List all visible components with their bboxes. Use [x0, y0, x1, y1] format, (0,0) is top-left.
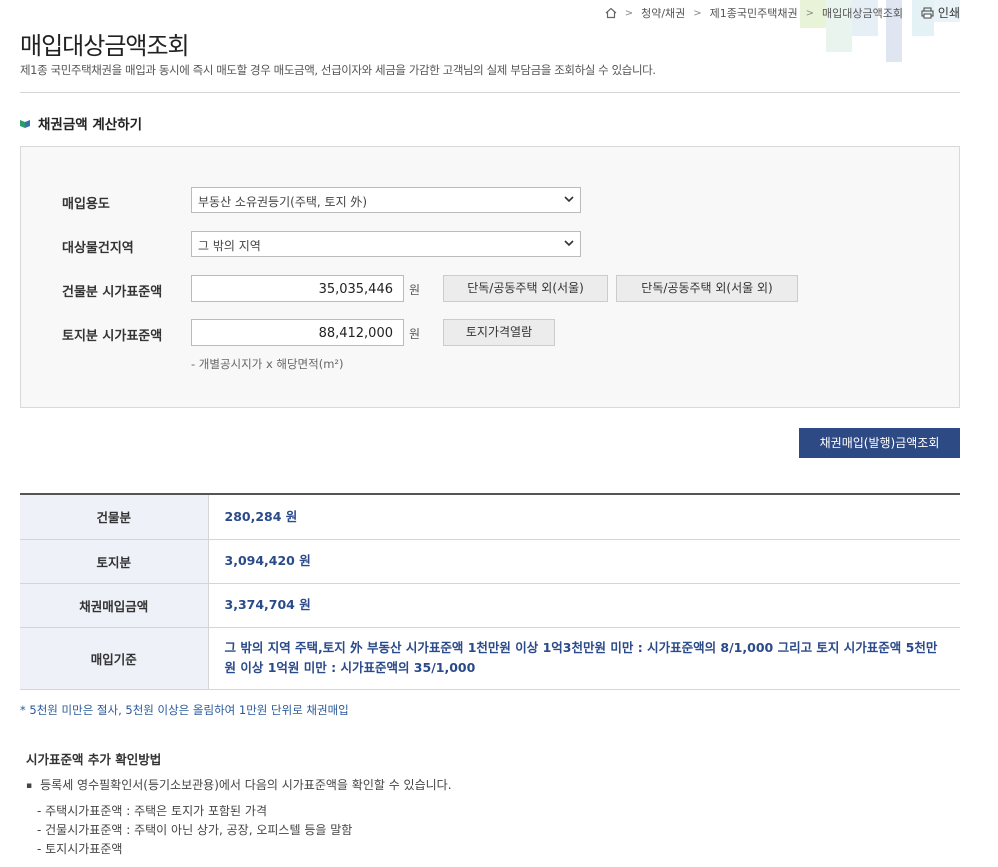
- purpose-select-value: 부동산 소유권등기(주택, 토지 外): [198, 195, 368, 209]
- land-price-view-button[interactable]: 토지가격열람: [443, 319, 555, 346]
- page-title: 매입대상금액조회: [20, 32, 190, 60]
- region-select-value: 그 밖의 지역: [198, 239, 261, 253]
- house-price-other-button[interactable]: 단독/공동주택 외(서울 외): [616, 275, 798, 302]
- region-select[interactable]: 그 밖의 지역: [191, 231, 581, 257]
- building-price-label: 건물분 시가표준액: [62, 285, 163, 300]
- calculation-form: 매입용도 부동산 소유권등기(주택, 토지 外) 대상물건지역 그 밖의 지역 …: [20, 146, 960, 408]
- result-label: 매입기준: [20, 627, 209, 690]
- chevron-right-icon: >: [805, 7, 815, 19]
- printer-icon: [921, 7, 934, 18]
- breadcrumb: > 청약/채권 > 제1종국민주택채권 > 매입대상금액조회: [605, 5, 903, 21]
- section-title: 채권금액 계산하기: [20, 113, 142, 133]
- breadcrumb-item[interactable]: 제1종국민주택채권: [710, 5, 798, 21]
- land-price-hint: - 개별공시지가 x 해당면적(m²): [191, 357, 344, 371]
- region-label: 대상물건지역: [62, 241, 134, 256]
- table-row: 채권매입금액 3,374,704 원: [20, 583, 960, 628]
- unit-label: 원: [409, 283, 421, 297]
- section-title-text: 채권금액 계산하기: [38, 117, 143, 133]
- table-row: 매입기준 그 밖의 지역 주택,토지 外 부동산 시가표준액 1천만원 이상 1…: [20, 627, 960, 690]
- table-row: 건물분 280,284 원: [20, 494, 960, 540]
- table-row: 토지분 3,094,420 원: [20, 539, 960, 584]
- info-item: - 건물시가표준액 : 주택이 아닌 상가, 공장, 오피스텔 등을 말함: [37, 823, 353, 837]
- home-icon[interactable]: [605, 7, 617, 19]
- chevron-right-icon: >: [624, 7, 634, 19]
- page-description: 제1종 국민주택채권을 매입과 동시에 즉시 매도할 경우 매도금액, 선급이자…: [20, 63, 656, 77]
- info-item: - 토지시가표준액: [37, 842, 123, 856]
- divider: [20, 92, 960, 93]
- land-price-label: 토지분 시가표준액: [62, 329, 163, 344]
- result-value: 그 밖의 지역 주택,토지 外 부동산 시가표준액 1천만원 이상 1억3천만원…: [208, 627, 960, 690]
- chevron-right-icon: >: [693, 7, 702, 19]
- land-price-input[interactable]: 88,412,000: [191, 319, 404, 346]
- purpose-select[interactable]: 부동산 소유권등기(주택, 토지 外): [191, 187, 581, 213]
- result-value: 3,094,420 원: [208, 539, 960, 584]
- info-bullet: 등록세 영수필확인서(등기소보관용)에서 다음의 시가표준액을 확인할 수 있습…: [26, 776, 451, 793]
- chevron-down-icon: [564, 240, 574, 247]
- book-icon: [20, 120, 30, 128]
- result-table: 건물분 280,284 원 토지분 3,094,420 원 채권매입금액 3,3…: [20, 493, 960, 690]
- info-title: 시가표준액 추가 확인방법: [26, 752, 162, 767]
- house-price-seoul-button[interactable]: 단독/공동주택 외(서울): [443, 275, 608, 302]
- rounding-note: * 5천원 미만은 절사, 5천원 이상은 올림하여 1만원 단위로 채권매입: [20, 703, 349, 717]
- result-value: 3,374,704 원: [208, 583, 960, 628]
- purpose-label: 매입용도: [62, 197, 110, 212]
- info-item: - 주택시가표준액 : 주택은 토지가 포함된 가격: [37, 804, 267, 818]
- unit-label: 원: [409, 327, 421, 341]
- building-price-input[interactable]: 35,035,446: [191, 275, 404, 302]
- breadcrumb-item[interactable]: 청약/채권: [641, 5, 685, 21]
- result-value: 280,284 원: [208, 494, 960, 540]
- bond-purchase-query-button[interactable]: 채권매입(발행)금액조회: [799, 428, 960, 458]
- print-button[interactable]: 인쇄: [921, 4, 960, 21]
- chevron-down-icon: [564, 196, 574, 203]
- result-label: 건물분: [20, 494, 209, 540]
- breadcrumb-item-current: 매입대상금액조회: [822, 7, 903, 20]
- print-label: 인쇄: [937, 6, 960, 20]
- result-label: 채권매입금액: [20, 583, 209, 628]
- result-label: 토지분: [20, 539, 209, 584]
